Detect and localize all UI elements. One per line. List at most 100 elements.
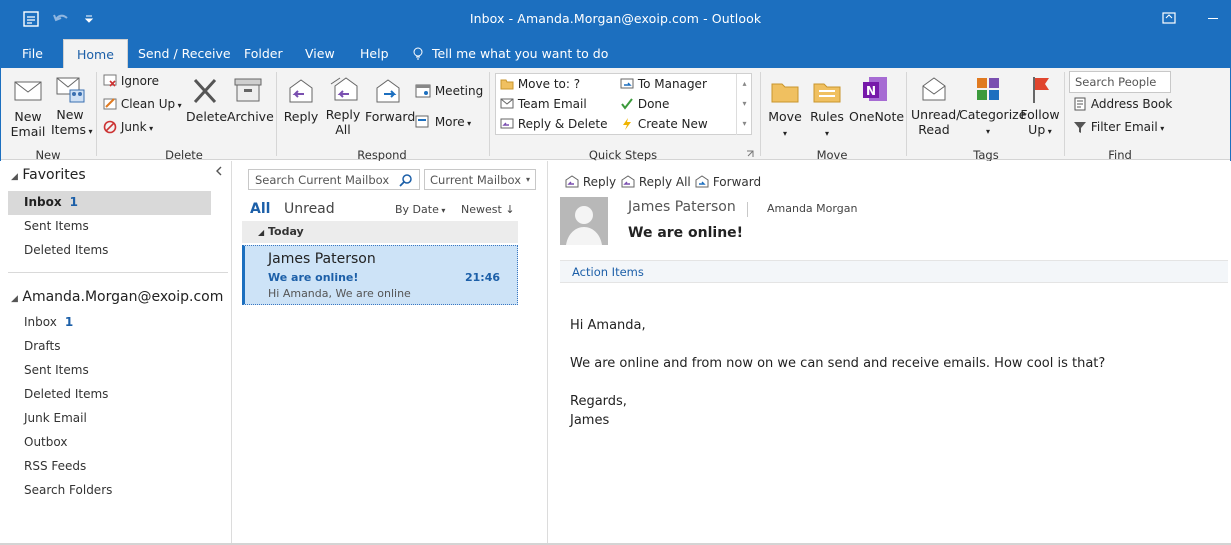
account-label: Amanda.Morgan@exoip.com: [22, 289, 224, 305]
clean-up-icon: [103, 98, 117, 110]
meeting-icon: [415, 84, 431, 98]
more-label: More: [434, 115, 465, 129]
onenote-label: OneNote: [849, 109, 905, 124]
move-button[interactable]: Move ▾: [767, 76, 803, 141]
tell-me-box[interactable]: Tell me what you want to do: [412, 46, 608, 61]
action-items-bar[interactable]: Action Items: [560, 260, 1228, 283]
minimize-button[interactable]: [1208, 18, 1218, 19]
message-subject: We are online!: [268, 271, 359, 284]
rules-icon: [813, 83, 841, 103]
sort-order-label: Newest: [461, 203, 502, 216]
quick-step-move-to[interactable]: Move to: ?: [500, 77, 580, 91]
address-book-button[interactable]: Address Book: [1073, 97, 1172, 111]
onenote-icon: N: [863, 77, 887, 101]
new-email-button[interactable]: New Email: [9, 76, 47, 139]
delete-button[interactable]: Delete: [186, 76, 227, 124]
group-header[interactable]: ◢ Today: [242, 221, 518, 243]
group-new-label: New: [35, 148, 61, 162]
onenote-button[interactable]: N OneNote: [849, 74, 905, 124]
favorites-header[interactable]: ◢ Favorites: [11, 167, 86, 183]
lightbulb-icon: [413, 47, 423, 60]
reply-all-icon: [621, 175, 635, 188]
categorize-button[interactable]: Categorize ▾: [959, 74, 1026, 139]
new-items-button[interactable]: New Items ▾: [51, 74, 93, 139]
group-quick-steps-label: Quick Steps: [588, 148, 658, 162]
reply-button[interactable]: Reply: [283, 76, 319, 124]
reading-pane: Reply Reply All Forward James Paterson A…: [549, 161, 1231, 545]
group-delete-label: Delete: [165, 148, 203, 162]
search-scope-dropdown[interactable]: Current Mailbox ▾: [424, 169, 536, 190]
collapse-pane-icon[interactable]: [214, 166, 224, 176]
tab-folder[interactable]: Folder: [244, 46, 283, 61]
quick-step-label: Move to: ?: [517, 77, 581, 91]
unread-read-button[interactable]: Unread/Read: [911, 74, 961, 137]
sender-avatar: [560, 197, 608, 245]
svg-text:N: N: [866, 84, 876, 98]
quick-step-done[interactable]: Done: [620, 97, 669, 111]
follow-up-button[interactable]: Follow Up ▾: [1020, 74, 1060, 139]
ribbon-tabs: File Home Send / Receive Folder View Hel…: [0, 38, 1231, 68]
reading-reply-all-button[interactable]: Reply All: [621, 175, 691, 189]
ignore-button[interactable]: Ignore: [103, 74, 159, 88]
search-people-input[interactable]: Search People: [1069, 71, 1171, 93]
forward-button[interactable]: Forward: [365, 76, 415, 124]
search-icon[interactable]: [399, 173, 413, 187]
team-email-icon: [500, 98, 514, 109]
address-book-icon: [1074, 97, 1086, 111]
search-placeholder: Search Current Mailbox: [255, 173, 390, 187]
unread-read-icon: [922, 77, 946, 101]
junk-button[interactable]: Junk ▾: [103, 120, 153, 134]
quick-step-create-new[interactable]: Create New: [620, 117, 708, 131]
folder-deleted-items[interactable]: Deleted Items: [24, 387, 108, 401]
reading-forward-button[interactable]: Forward: [695, 175, 761, 189]
account-header[interactable]: ◢ Amanda.Morgan@exoip.com: [11, 289, 223, 305]
archive-button[interactable]: Archive: [227, 76, 274, 124]
scope-label: Current Mailbox: [430, 173, 521, 187]
filter-all[interactable]: All: [250, 201, 270, 217]
rules-button[interactable]: Rules ▾: [809, 76, 845, 141]
new-items-label-1: New: [56, 107, 84, 122]
message-list-pane: Search Current Mailbox Current Mailbox ▾ …: [233, 161, 548, 545]
filter-unread[interactable]: Unread: [284, 201, 335, 217]
follow-label-2: Up: [1028, 122, 1046, 137]
tab-file[interactable]: File: [22, 46, 43, 61]
clean-up-button[interactable]: Clean Up ▾: [103, 97, 182, 111]
quick-step-to-manager[interactable]: To Manager: [620, 77, 707, 91]
sort-by-dropdown[interactable]: By Date ▾: [395, 203, 445, 216]
tab-help[interactable]: Help: [360, 46, 389, 61]
folder-junk-email[interactable]: Junk Email: [24, 411, 87, 425]
quick-step-reply-delete[interactable]: Reply & Delete: [500, 117, 607, 131]
tab-send-receive[interactable]: Send / Receive: [138, 46, 231, 61]
folder-drafts[interactable]: Drafts: [24, 339, 61, 353]
favorite-sent-items[interactable]: Sent Items: [24, 219, 89, 233]
favorite-inbox[interactable]: Inbox 1: [24, 195, 78, 209]
filter-email-label: Filter Email: [1090, 120, 1158, 134]
reading-reply-button[interactable]: Reply: [565, 175, 616, 189]
folder-sent-items[interactable]: Sent Items: [24, 363, 89, 377]
folder-rss-feeds[interactable]: RSS Feeds: [24, 459, 86, 473]
reading-sender: James Paterson: [628, 199, 736, 215]
reading-to: Amanda Morgan: [767, 202, 858, 215]
dialog-launcher-icon[interactable]: [746, 150, 754, 158]
filter-email-button[interactable]: Filter Email ▾: [1073, 120, 1164, 134]
favorite-deleted-items[interactable]: Deleted Items: [24, 243, 108, 257]
quick-step-team-email[interactable]: Team Email: [500, 97, 587, 111]
junk-label: Junk: [120, 120, 147, 134]
tab-view[interactable]: View: [305, 46, 335, 61]
message-item[interactable]: James Paterson We are online! 21:46 Hi A…: [242, 245, 518, 305]
meeting-button[interactable]: Meeting: [415, 82, 483, 98]
message-time: 21:46: [465, 271, 501, 284]
quick-steps-scroll[interactable]: ▴ ▾ ▾: [736, 74, 752, 135]
unread-label-1: Unread/: [911, 107, 961, 122]
folder-outbox[interactable]: Outbox: [24, 435, 67, 449]
more-respond-button[interactable]: More ▾: [415, 113, 471, 129]
ribbon-display-options-icon[interactable]: [1162, 11, 1176, 25]
group-tags-label: Tags: [973, 148, 999, 162]
folder-pane: ◢ Favorites Inbox 1 Sent Items Deleted It…: [0, 161, 232, 545]
folder-inbox[interactable]: Inbox 1: [24, 315, 73, 329]
tab-home[interactable]: Home: [63, 39, 128, 68]
sort-order-toggle[interactable]: Newest ↓: [461, 203, 515, 216]
search-mailbox-input[interactable]: Search Current Mailbox: [248, 169, 420, 190]
reply-all-button[interactable]: Reply All: [323, 74, 363, 137]
folder-search-folders[interactable]: Search Folders: [24, 483, 112, 497]
